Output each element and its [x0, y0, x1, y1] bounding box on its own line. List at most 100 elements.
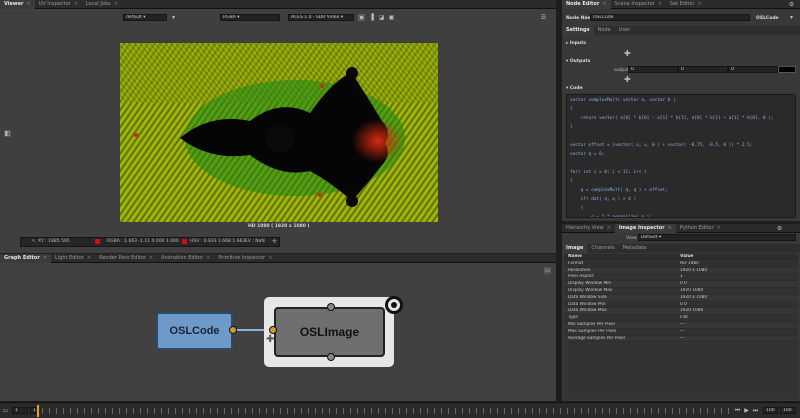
cursor-icon: ↖	[32, 239, 36, 244]
display-transform-select[interactable]: ACES 1.0 - SDR Video ▾	[288, 14, 354, 21]
table-row[interactable]: Data Window Size 1920 x 1080	[564, 294, 798, 302]
subtab-node[interactable]: Node	[594, 26, 615, 35]
vertical-splitter[interactable]	[556, 0, 562, 402]
tab-node-editor[interactable]: Node Editor ×	[562, 0, 611, 9]
jump-end-icon[interactable]: ⏭	[752, 407, 759, 414]
tab-graph-editor[interactable]: Graph Editor ×	[0, 253, 52, 263]
tab-primitive-inspector[interactable]: Primitive Inspector ×	[214, 254, 276, 263]
code-section-header[interactable]: ▾ Code	[566, 86, 583, 91]
tab-local-jobs[interactable]: Local Jobs ×	[82, 0, 122, 9]
output1-color-swatch[interactable]	[778, 66, 796, 73]
tool-crop-icon[interactable]: ◧	[4, 130, 11, 137]
tab-set-editor[interactable]: Set Editor ×	[666, 0, 706, 9]
viewer-panel: default ▾ ▾ RGBA ▾ ACES 1.0 - SDR Video …	[0, 9, 556, 253]
hsv-swatch	[182, 239, 187, 244]
crosshair-icon[interactable]: ✛	[272, 238, 277, 245]
table-cell-value: ---	[680, 328, 685, 334]
node-name-field[interactable]: OSLCode	[590, 14, 750, 21]
tab-animation-editor[interactable]: Animation Editor ×	[157, 254, 214, 263]
tab-scene-inspector[interactable]: Scene Inspector ×	[611, 0, 666, 9]
outputs-section-header[interactable]: ▾ Outputs	[566, 59, 590, 64]
table-row[interactable]: Average Samples Per Pixel ---	[564, 335, 798, 343]
graph-tabbar: Graph Editor × Light Editor × Render Pass …	[0, 253, 556, 263]
add-output-icon[interactable]: ✚	[624, 75, 631, 84]
wipe-icon[interactable]: ▣	[388, 14, 395, 21]
subtab-image[interactable]: Image	[562, 244, 588, 253]
table-row[interactable]: Min Samples Per Pixel ---	[564, 321, 798, 329]
oslimage-top-plug[interactable]	[327, 303, 335, 311]
table-row[interactable]: Pixel Aspect 1	[564, 274, 798, 282]
table-cell-name: Display Window Max	[568, 287, 613, 293]
oslcode-node[interactable]: OSLCode	[156, 312, 233, 350]
play-icon[interactable]: ▶	[743, 407, 750, 414]
ev-readout: EV : NaN	[245, 239, 265, 244]
add-input-plus-icon[interactable]: ✚	[266, 335, 274, 345]
jump-start-icon[interactable]: ⏮	[734, 407, 741, 414]
node-editor-menu-icon[interactable]: ⚙	[788, 1, 795, 8]
code-line: if( dot( q, q ) > 4 )	[570, 197, 637, 202]
column-header-name[interactable]: Name	[564, 254, 676, 260]
table-row[interactable]: Resolution 1920 x 1080	[564, 267, 798, 275]
clipping-icon[interactable]: ◪	[378, 14, 385, 21]
table-cell-name: Display Window Min	[568, 281, 612, 287]
code-line: vector offset = (vector( u, v, 0 ) + vec…	[570, 143, 753, 148]
table-row[interactable]: Max Samples Per Pixel ---	[564, 328, 798, 336]
subtab-settings[interactable]: Settings	[562, 26, 594, 35]
channels-select[interactable]: RGBA ▾	[220, 14, 280, 21]
tab-python-editor[interactable]: Python Editor ×	[676, 224, 725, 233]
subtab-user[interactable]: User	[615, 26, 634, 35]
oslimage-input-plug[interactable]	[269, 326, 277, 334]
oslcode-output-plug[interactable]	[229, 326, 237, 334]
oslimage-node[interactable]: OSLImage	[274, 307, 385, 357]
add-input-icon[interactable]: ✚	[624, 49, 631, 58]
subtab-metadata[interactable]: Metadata	[619, 244, 651, 253]
tab-viewer[interactable]: Viewer ×	[0, 0, 35, 9]
tab-light-editor[interactable]: Light Editor ×	[51, 254, 95, 263]
timeline-settings-icon[interactable]: ▭	[2, 407, 9, 414]
table-cell-name: Pixel Aspect	[568, 274, 594, 280]
code-line: q = 2 * normalize( q );	[570, 215, 652, 218]
playhead[interactable]	[37, 405, 39, 417]
tab-image-inspector[interactable]: Image Inspector ×	[614, 223, 676, 233]
output1-g-field[interactable]: 0	[678, 66, 728, 73]
code-line: {	[570, 206, 584, 211]
code-line: vector q = 0;	[570, 152, 605, 157]
layer-menu-icon[interactable]: ▾	[170, 14, 177, 21]
output1-r-field[interactable]: 0	[628, 66, 678, 73]
table-row[interactable]: Data Window Min 0 0	[564, 301, 798, 309]
code-editor[interactable]: vector complexMult( vector a, vector b )…	[566, 94, 796, 218]
tab-render-pass-editor[interactable]: Render Pass Editor ×	[95, 254, 157, 263]
table-row[interactable]: Type Flat	[564, 315, 798, 322]
rendered-image[interactable]	[120, 43, 438, 222]
exposure-icon[interactable]: ▐	[368, 14, 375, 21]
inputs-section-header[interactable]: ▸ Inputs	[566, 41, 586, 46]
oslimage-bottom-plug[interactable]	[327, 353, 335, 361]
table-cell-name: Average Samples Per Pixel	[568, 335, 625, 341]
tab-hierarchy-view[interactable]: Hierarchy View ×	[562, 224, 615, 233]
subtab-channels[interactable]: Channels	[587, 244, 618, 253]
code-line: for( int i = 0; i < 11; i++ )	[570, 170, 647, 175]
tab-uv-inspector[interactable]: UV Inspector ×	[35, 0, 82, 9]
table-cell-value: 1920 x 1080	[680, 267, 708, 273]
node-type-menu-icon[interactable]: ▾	[788, 14, 795, 21]
graph-editor-panel[interactable]: ▭ OSLCode OSLImage ✚	[0, 263, 556, 401]
layer-select[interactable]: default ▾	[123, 14, 167, 21]
table-row[interactable]: Data Window Max 1920 1080	[564, 308, 798, 316]
table-cell-value: 1	[680, 274, 683, 280]
inspector-menu-icon[interactable]: ⚙	[776, 225, 783, 232]
frame-ruler[interactable]	[42, 408, 732, 414]
view-select[interactable]: Default ▾	[638, 234, 796, 241]
code-line: vector complexMult( vector a, vector b )	[570, 98, 676, 103]
end-frame-field-2[interactable]: 100	[780, 407, 796, 414]
output1-b-field[interactable]: 0	[728, 66, 778, 73]
image-info-table: Name Value Format HD 1080 Resolution 1920 x…	[564, 254, 798, 399]
viewer-settings-icon[interactable]: ☰	[540, 14, 547, 21]
end-frame-field[interactable]: 100	[763, 407, 778, 414]
table-row[interactable]: Format HD 1080	[564, 260, 798, 268]
gamma-icon[interactable]: ▪	[358, 14, 365, 21]
table-row[interactable]: Display Window Min 0 0	[564, 281, 798, 288]
table-row[interactable]: Display Window Max 1920 1080	[564, 287, 798, 295]
column-header-value[interactable]: Value	[676, 254, 798, 260]
start-frame-field[interactable]: 1	[12, 407, 28, 414]
